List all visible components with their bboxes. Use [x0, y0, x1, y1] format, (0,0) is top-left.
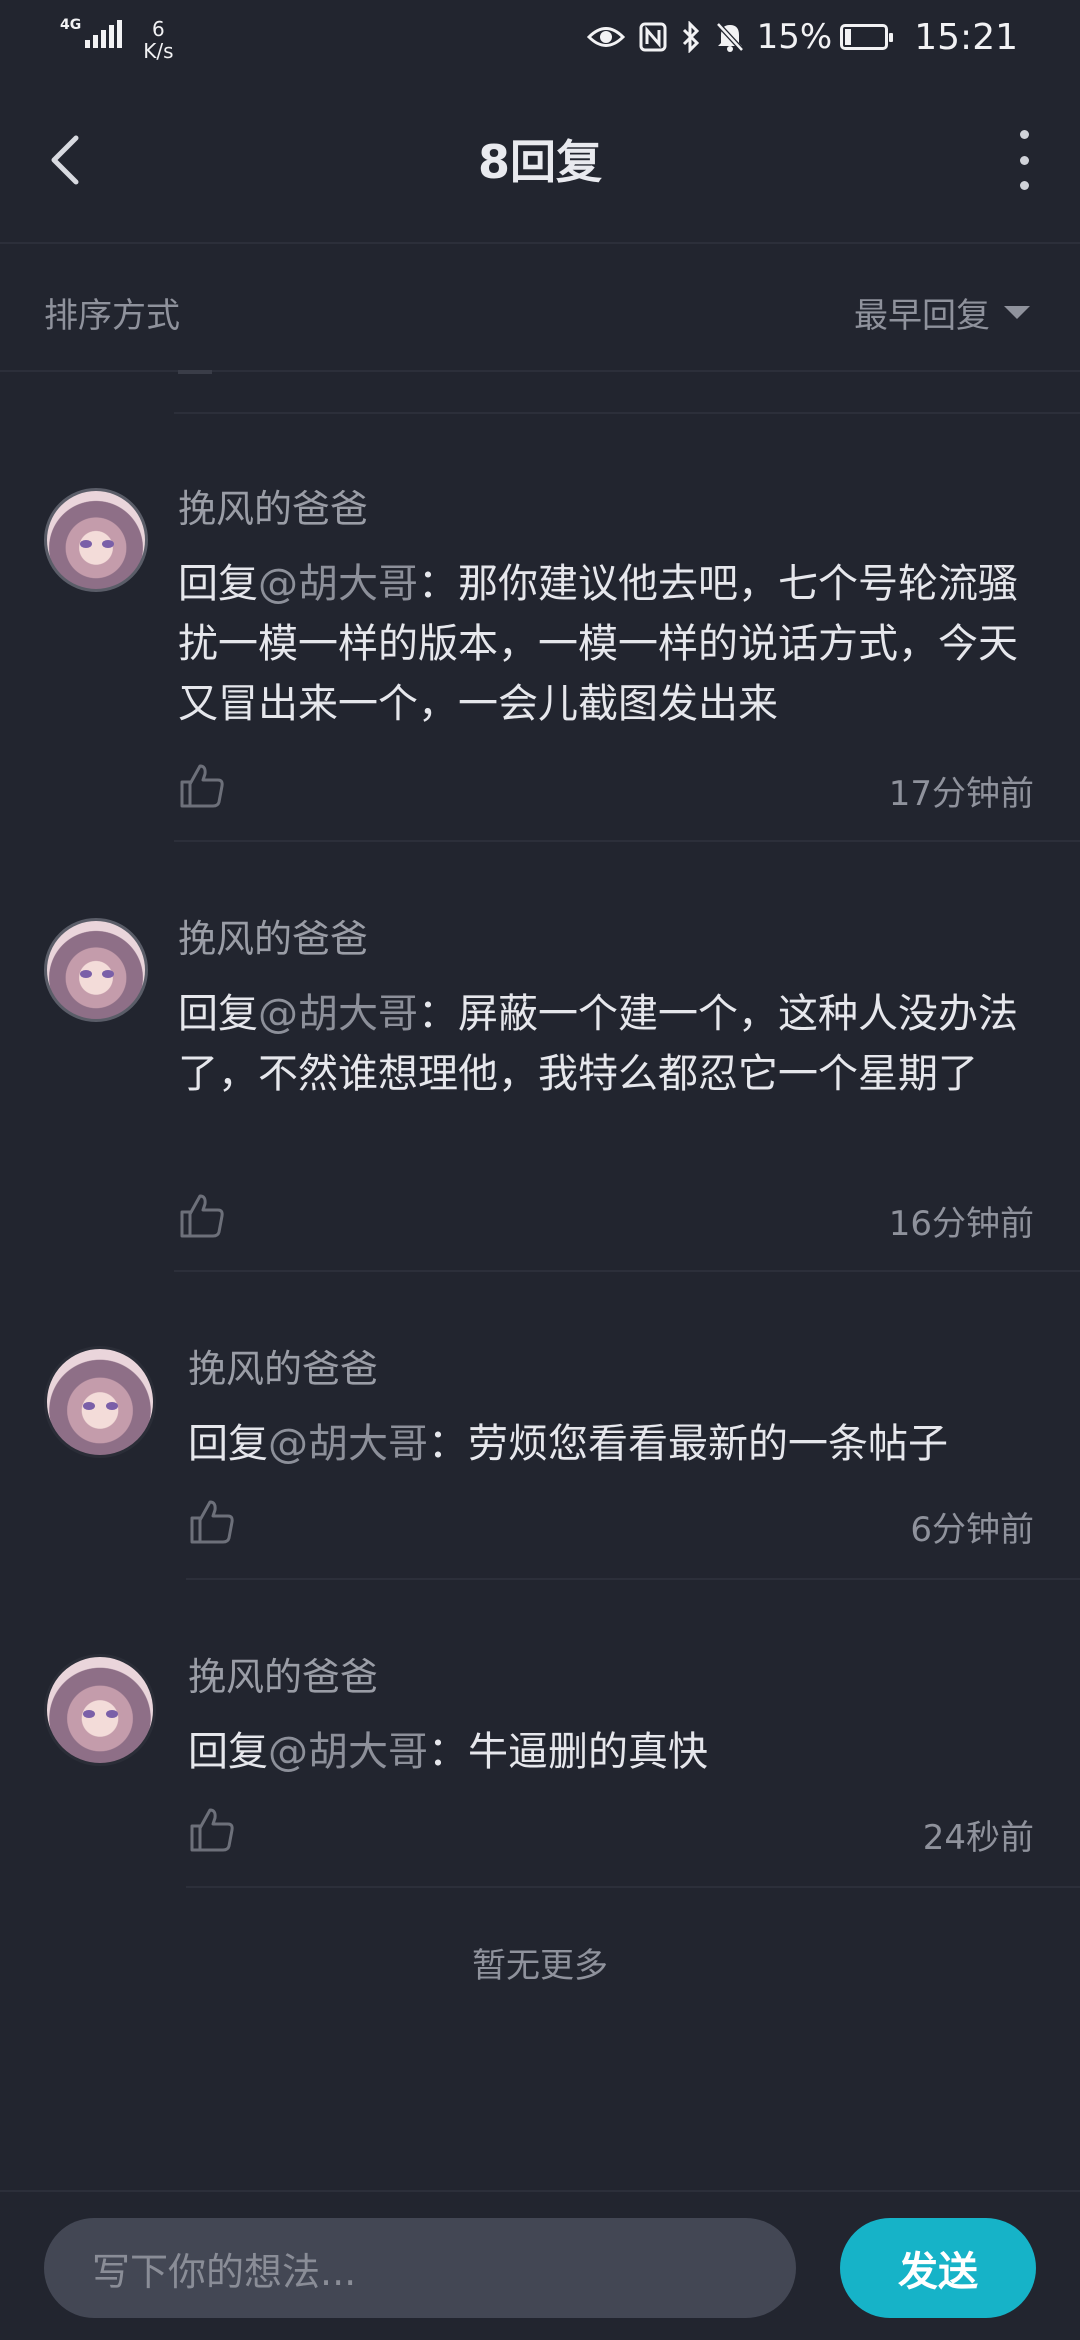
- send-button[interactable]: 发送: [840, 2218, 1036, 2318]
- nfc-icon: [639, 22, 667, 52]
- comment-time: 16分钟前: [888, 1204, 1034, 1244]
- no-more-text: 暂无更多: [472, 1946, 608, 1986]
- comment-item: 挽风的爸爸 回复@胡大哥：牛逼删的真快 24秒前: [0, 1580, 1080, 1890]
- comment-username[interactable]: 挽风的爸爸: [178, 908, 368, 963]
- comment-content: 回复@胡大哥：牛逼删的真快: [188, 1722, 1050, 1782]
- battery-percent: 15%: [756, 17, 833, 57]
- more-dots-icon: [1019, 130, 1029, 139]
- like-button[interactable]: [188, 1806, 236, 1854]
- thumbs-up-icon: [190, 1808, 234, 1852]
- network-speed-unit: K/s: [143, 39, 174, 63]
- eye-icon: [586, 24, 625, 50]
- avatar[interactable]: [44, 1346, 156, 1458]
- comment-content: 回复@胡大哥：那你建议他去吧，七个号轮流骚扰一模一样的版本，一模一样的说话方式，…: [178, 554, 1040, 734]
- sort-dropdown[interactable]: 最早回复: [854, 288, 1030, 337]
- comment-item: 挽风的爸爸 回复@胡大哥：那你建议他去吧，七个号轮流骚扰一模一样的版本，一模一样…: [0, 412, 1080, 842]
- comment-content: 回复@胡大哥：劳烦您看看最新的一条帖子: [188, 1414, 1050, 1474]
- reply-prefix: 回复: [188, 1421, 268, 1467]
- comment-time: 24秒前: [922, 1818, 1034, 1858]
- divider: [186, 1886, 1080, 1888]
- comment-text: ：劳烦您看看最新的一条帖子: [428, 1421, 948, 1467]
- comment-item: 挽风的爸爸 回复@胡大哥：屏蔽一个建一个，这种人没办法了，不然谁想理他，我特么都…: [0, 842, 1080, 1272]
- status-bar: 4G 6 K/s 15% 15:21: [0, 0, 1080, 80]
- comment-time: 17分钟前: [888, 774, 1034, 814]
- comment-username[interactable]: 挽风的爸爸: [178, 478, 368, 533]
- mention-link[interactable]: @胡大哥: [258, 561, 418, 607]
- avatar[interactable]: [44, 918, 148, 1022]
- mention-link[interactable]: @胡大哥: [268, 1729, 428, 1775]
- comment-time: 6分钟前: [910, 1510, 1034, 1550]
- avatar[interactable]: [44, 488, 148, 592]
- reply-prefix: 回复: [188, 1729, 268, 1775]
- comment-text: ：牛逼删的真快: [428, 1729, 708, 1775]
- previous-comment-like-icon-partial: [178, 370, 212, 374]
- comment-username[interactable]: 挽风的爸爸: [188, 1646, 378, 1701]
- like-button[interactable]: [188, 1498, 236, 1546]
- clock: 15:21: [914, 16, 1018, 58]
- page-title: 8回复: [477, 135, 602, 189]
- battery-icon: [840, 24, 894, 50]
- like-button[interactable]: [178, 1192, 226, 1240]
- comment-composer: 写下你的想法... 发送: [0, 2190, 1080, 2340]
- signal-strength-icon: [85, 18, 125, 48]
- sort-selected-value: 最早回复: [854, 296, 990, 336]
- like-button[interactable]: [178, 762, 226, 810]
- avatar[interactable]: [44, 1654, 156, 1766]
- network-speed-value: 6: [152, 17, 165, 41]
- comment-content: 回复@胡大哥：屏蔽一个建一个，这种人没办法了，不然谁想理他，我特么都忍它一个星期…: [178, 984, 1040, 1104]
- more-options-button[interactable]: [1012, 130, 1036, 190]
- mention-link[interactable]: @胡大哥: [258, 991, 418, 1037]
- header: 8回复: [0, 80, 1080, 244]
- network-speed: 6 K/s: [143, 18, 173, 62]
- network-type: 4G: [60, 17, 82, 33]
- comment-item: 挽风的爸爸 回复@胡大哥：劳烦您看看最新的一条帖子 6分钟前: [0, 1272, 1080, 1582]
- sort-label: 排序方式: [44, 296, 180, 336]
- thumbs-up-icon: [180, 1194, 224, 1238]
- reply-prefix: 回复: [178, 561, 258, 607]
- reply-prefix: 回复: [178, 991, 258, 1037]
- mute-bell-icon: [715, 21, 745, 53]
- mention-link[interactable]: @胡大哥: [268, 1421, 428, 1467]
- bluetooth-icon: [681, 21, 701, 53]
- thumbs-up-icon: [190, 1500, 234, 1544]
- sort-bar: 排序方式 最早回复: [0, 246, 1080, 372]
- thumbs-up-icon: [180, 764, 224, 808]
- comment-input[interactable]: 写下你的想法...: [44, 2218, 796, 2318]
- caret-down-icon: [1004, 306, 1030, 319]
- comment-username[interactable]: 挽风的爸爸: [188, 1338, 378, 1393]
